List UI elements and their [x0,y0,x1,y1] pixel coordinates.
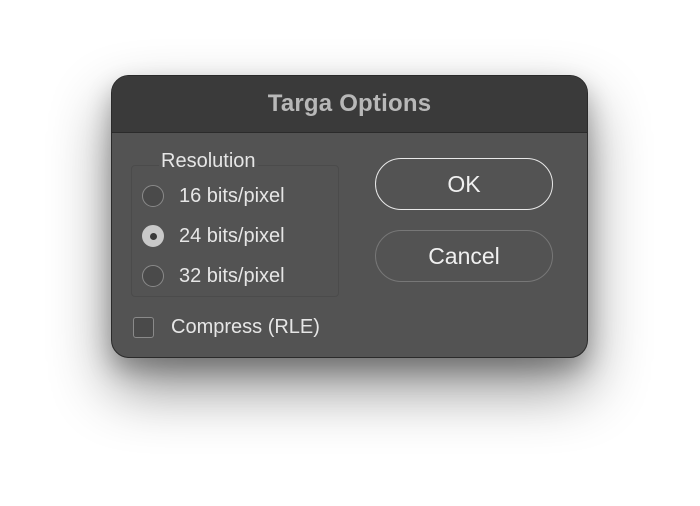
radio-24-bits-label[interactable]: 24 bits/pixel [179,225,285,248]
radio-button-icon[interactable] [142,185,164,207]
checkbox-icon[interactable] [133,316,154,338]
resolution-group-label: Resolution [159,150,258,173]
radio-16-bits-label[interactable]: 16 bits/pixel [179,185,285,208]
radio-24-bits[interactable]: 24 bits/pixel [142,222,285,250]
dialog-title-bar[interactable]: Targa Options [112,76,587,133]
compress-rle-label[interactable]: Compress (RLE) [171,316,320,339]
targa-options-dialog: Targa Options Resolution 16 bits/pixel 2… [111,75,588,358]
dialog-title: Targa Options [267,90,432,117]
ok-button[interactable]: OK [375,158,553,210]
screen: Targa Options Resolution 16 bits/pixel 2… [0,0,700,506]
radio-button-icon[interactable] [142,265,164,287]
radio-32-bits[interactable]: 32 bits/pixel [142,262,285,290]
compress-rle-checkbox-row[interactable]: Compress (RLE) [133,313,320,341]
radio-16-bits[interactable]: 16 bits/pixel [142,182,285,210]
radio-button-selected-icon[interactable] [142,225,164,247]
radio-32-bits-label[interactable]: 32 bits/pixel [179,265,285,288]
cancel-button[interactable]: Cancel [375,230,553,282]
